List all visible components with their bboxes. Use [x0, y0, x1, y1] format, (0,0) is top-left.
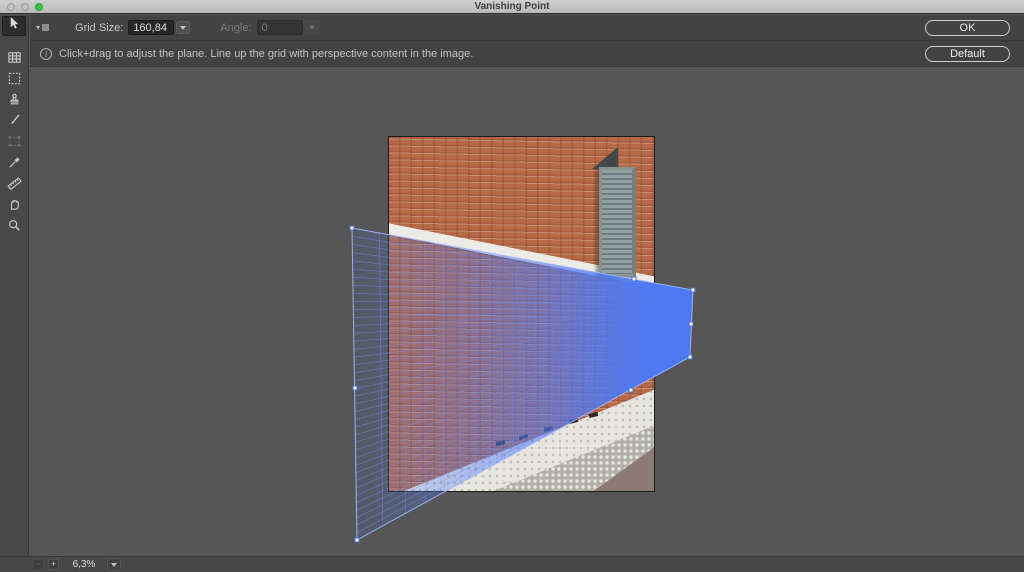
hand-icon — [7, 197, 22, 217]
stamp-tool[interactable] — [2, 92, 26, 112]
grid-handle[interactable] — [350, 226, 355, 231]
edit-plane-tool[interactable] — [2, 16, 26, 36]
zoom-in-button[interactable]: + — [48, 559, 59, 570]
settings-flyout-menu[interactable]: ▾ — [36, 23, 49, 32]
grid-handle[interactable] — [688, 355, 693, 360]
grid-size-dropdown[interactable] — [176, 21, 190, 34]
grid-handle[interactable] — [691, 288, 696, 293]
dashed-marquee-icon — [7, 71, 22, 91]
hand-tool[interactable] — [2, 197, 26, 217]
flyout-menu-icon — [42, 24, 49, 31]
cursor-arrow-icon — [7, 16, 22, 36]
window-shutter — [599, 167, 636, 277]
marquee-tool[interactable] — [2, 71, 26, 91]
ruler-icon — [7, 176, 22, 196]
grid-size-input[interactable]: 160,84 — [128, 20, 174, 35]
chevron-down-icon — [309, 26, 315, 30]
eyedropper-icon — [7, 155, 22, 175]
eyedropper-tool[interactable] — [2, 155, 26, 175]
window-title: Vanishing Point — [0, 0, 1024, 14]
angle-input: 0 — [257, 20, 303, 35]
zoom-level-dropdown[interactable] — [107, 558, 121, 571]
status-bar: − + 6,3% — [0, 556, 1024, 572]
grid-size-label: Grid Size: — [75, 22, 123, 34]
tool-palette — [0, 15, 29, 556]
chevron-down-icon — [180, 26, 186, 30]
title-bar: Vanishing Point — [0, 0, 1024, 14]
angle-label: Angle: — [220, 22, 251, 34]
ok-button[interactable]: OK — [925, 20, 1010, 36]
angle-dropdown — [305, 21, 319, 34]
grid-handle[interactable] — [628, 387, 633, 392]
zoom-tool[interactable] — [2, 218, 26, 238]
brush-icon — [7, 113, 22, 133]
transform-handles-icon — [7, 134, 22, 154]
grid-handle[interactable] — [632, 277, 637, 282]
brush-tool[interactable] — [2, 113, 26, 133]
grid-handle[interactable] — [355, 538, 360, 543]
image-preview — [388, 136, 655, 492]
default-button[interactable]: Default — [925, 46, 1010, 62]
grid-handle[interactable] — [689, 321, 694, 326]
options-bar: ▾ Grid Size: 160,84 Angle: 0 OK — [30, 15, 1024, 41]
zoom-level-value: 6,3% — [69, 559, 99, 570]
transform-tool[interactable] — [2, 134, 26, 154]
chevron-down-icon — [111, 563, 117, 567]
grid-handle[interactable] — [352, 386, 357, 391]
zoom-out-button[interactable]: − — [33, 559, 44, 570]
grid-plane-icon — [7, 50, 22, 70]
info-bar: i Click+drag to adjust the plane. Line u… — [30, 41, 1024, 67]
stamp-icon — [7, 92, 22, 112]
magnifier-icon — [7, 218, 22, 238]
instruction-text: Click+drag to adjust the plane. Line up … — [59, 48, 473, 60]
create-plane-tool[interactable] — [2, 50, 26, 70]
info-icon: i — [40, 48, 52, 60]
measure-tool[interactable] — [2, 176, 26, 196]
